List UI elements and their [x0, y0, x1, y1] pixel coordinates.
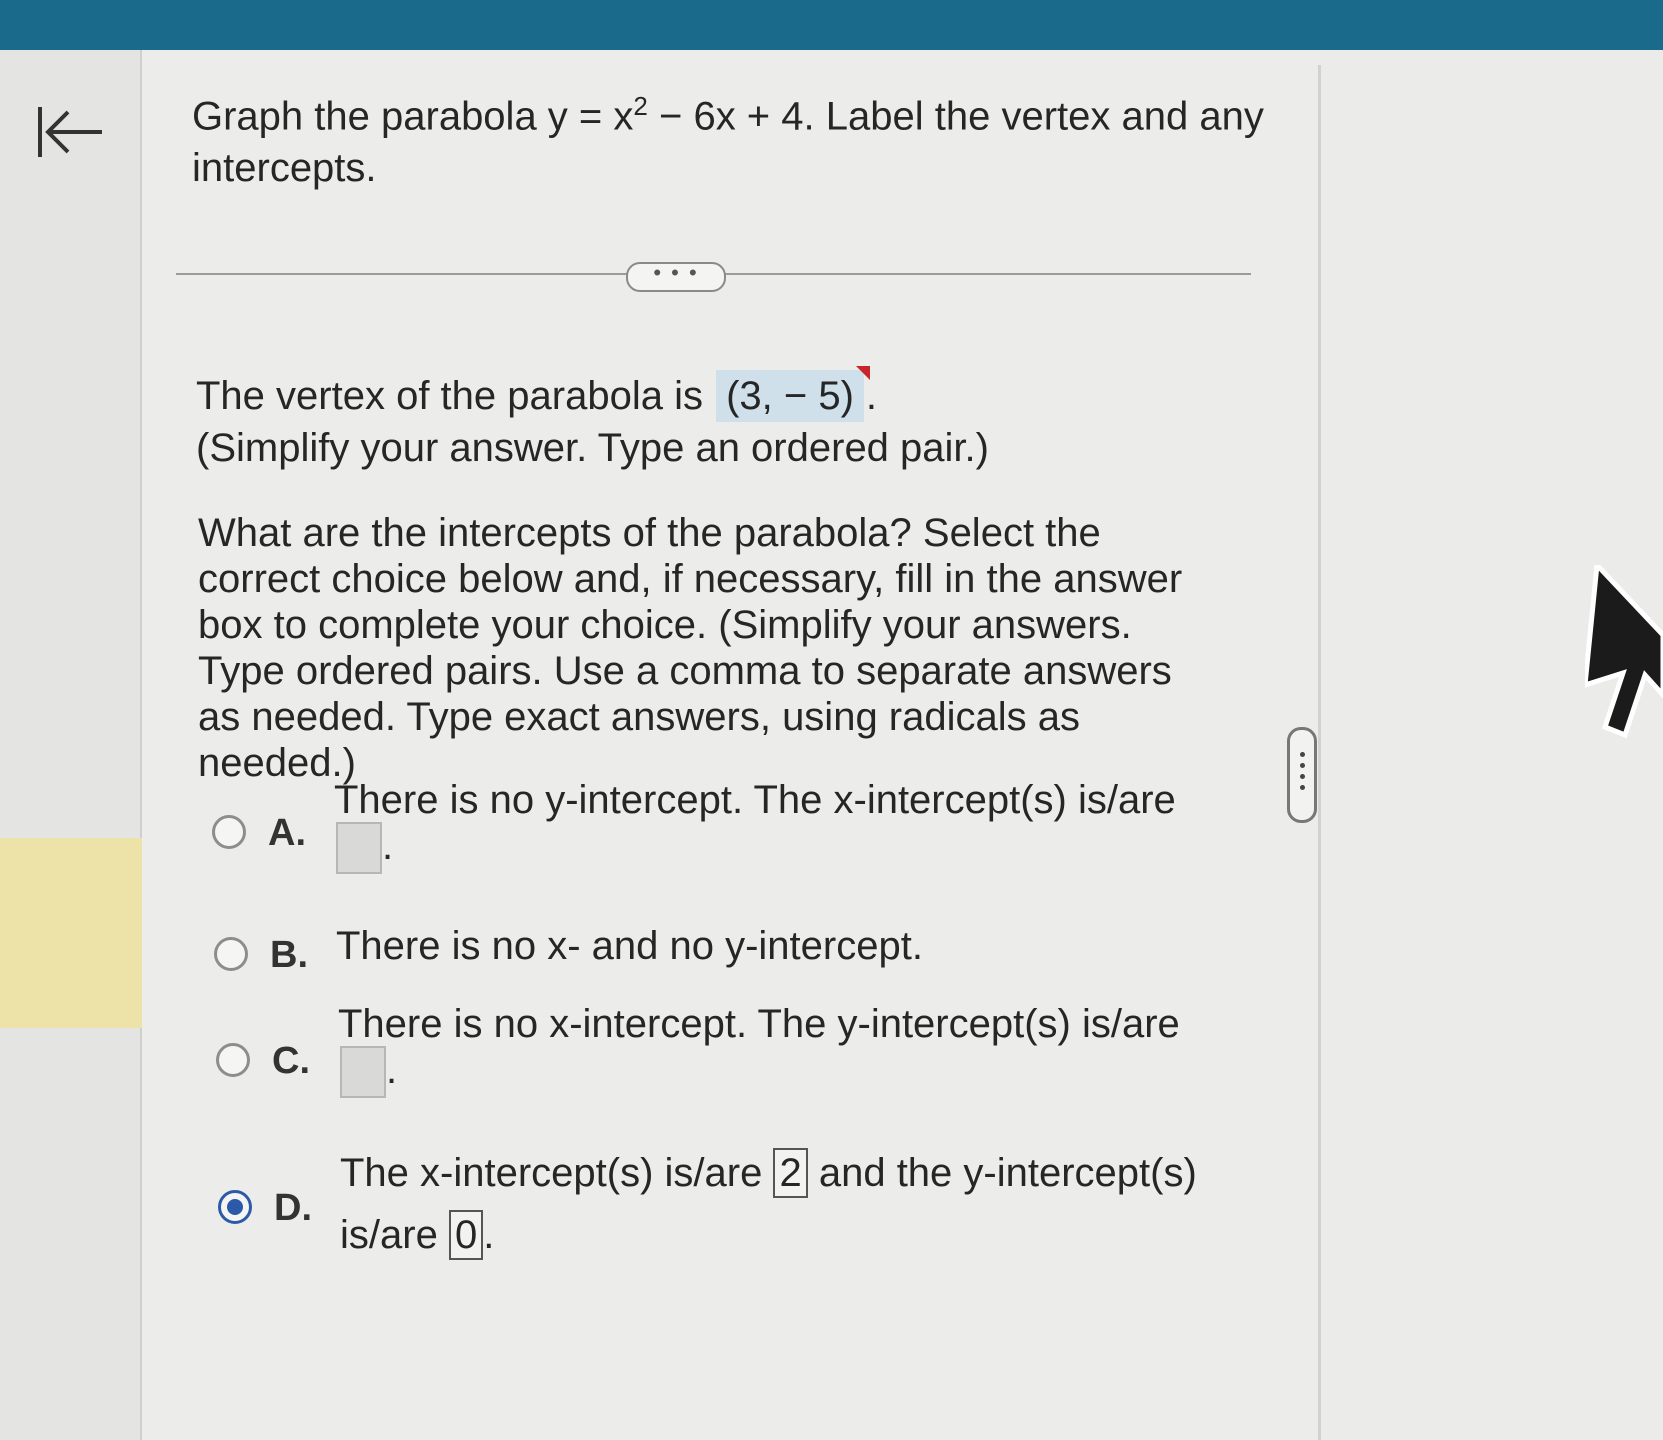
option-d-text-1: The x-intercept(s) is/are	[340, 1151, 763, 1195]
option-c-letter: C.	[272, 1040, 310, 1082]
vertex-answer-value: (3, − 5)	[726, 374, 854, 418]
option-b-radio[interactable]	[214, 937, 248, 971]
x-intercept-answer-box[interactable]: 2	[773, 1148, 808, 1198]
option-a-text: There is no y-intercept. The x-intercept…	[334, 778, 1176, 822]
incorrect-flag-icon	[855, 366, 870, 380]
option-a-letter: A.	[268, 812, 306, 854]
intercepts-prompt: What are the intercepts of the parabola?…	[198, 511, 1183, 785]
question-prefix: Graph the parabola y = x	[192, 94, 634, 139]
panel-resize-handle[interactable]	[1287, 727, 1317, 823]
option-c-answer: .	[340, 1046, 398, 1099]
current-question-highlight	[0, 838, 160, 1028]
option-d-letter: D.	[274, 1187, 312, 1229]
vertex-line: The vertex of the parabola is (3, − 5).	[196, 366, 1196, 422]
option-d-period: .	[483, 1213, 495, 1257]
option-d-text-3: is/are	[340, 1213, 438, 1257]
option-a-period: .	[382, 824, 394, 868]
option-d-line-1: The x-intercept(s) is/are 2 and the y-in…	[340, 1148, 1300, 1198]
vertex-hint: (Simplify your answer. Type an ordered p…	[196, 426, 989, 470]
option-c-period: .	[386, 1048, 398, 1092]
vertex-suffix: .	[865, 374, 878, 418]
option-d-line-2: is/are 0.	[340, 1210, 940, 1260]
question-exponent: 2	[633, 91, 648, 121]
left-sidebar	[0, 50, 142, 1440]
question-text: Graph the parabola y = x2 − 6x + 4. Labe…	[192, 80, 1272, 194]
option-a-radio[interactable]	[212, 815, 246, 849]
option-d-radio[interactable]	[218, 1190, 252, 1224]
option-c-text: There is no x-intercept. The y-intercept…	[338, 1002, 1180, 1046]
back-arrow-icon[interactable]	[30, 95, 110, 175]
option-d-text-2: and the y-intercept(s)	[818, 1151, 1197, 1195]
option-c-radio[interactable]	[216, 1043, 250, 1077]
vertex-prefix: The vertex of the parabola is	[196, 374, 703, 418]
option-b-text: There is no x- and no y-intercept.	[336, 924, 923, 968]
option-b-letter: B.	[270, 934, 308, 976]
option-a-answer: .	[336, 822, 394, 875]
mouse-pointer-icon	[1582, 559, 1663, 745]
option-a-answer-box[interactable]	[336, 822, 382, 875]
more-button[interactable]: • • •	[626, 262, 726, 292]
top-bar	[0, 0, 1663, 50]
vertex-answer[interactable]: (3, − 5)	[716, 366, 870, 422]
y-intercept-answer-box[interactable]: 0	[448, 1210, 484, 1260]
option-c-answer-box[interactable]	[340, 1046, 386, 1099]
